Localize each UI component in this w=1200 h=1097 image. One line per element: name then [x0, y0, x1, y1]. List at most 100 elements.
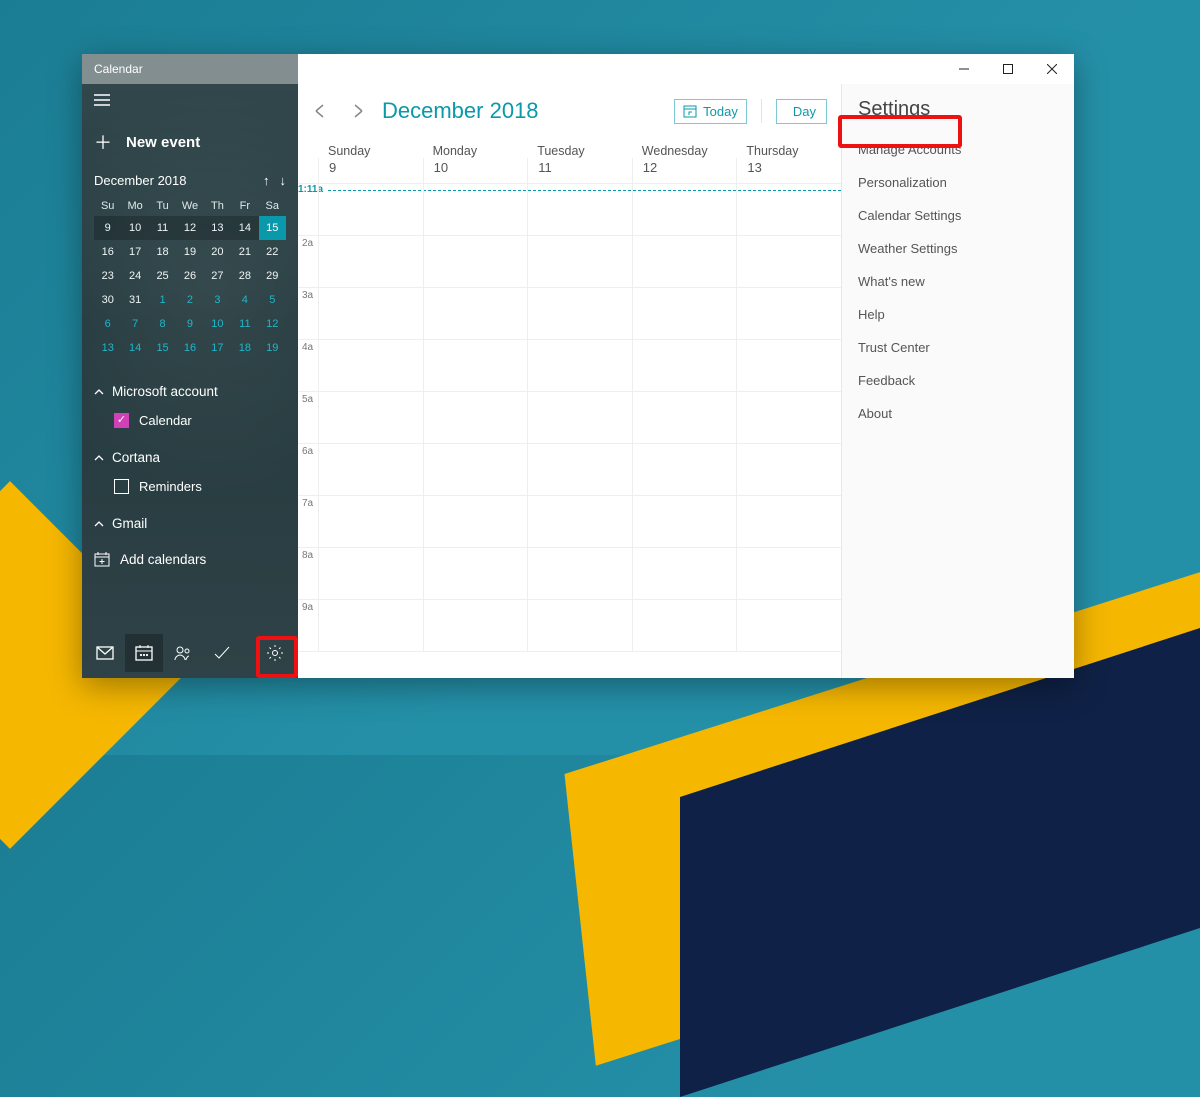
- checkbox[interactable]: [114, 413, 129, 428]
- time-cell[interactable]: [318, 288, 423, 339]
- mini-cal-day[interactable]: 8: [149, 312, 176, 336]
- time-cell[interactable]: [318, 340, 423, 391]
- time-cell[interactable]: [423, 288, 528, 339]
- mini-cal-day[interactable]: 11: [149, 216, 176, 240]
- time-cell[interactable]: [423, 444, 528, 495]
- mini-cal-day[interactable]: 20: [204, 240, 231, 264]
- mini-cal-prev[interactable]: ↑: [263, 173, 270, 188]
- mini-cal-day[interactable]: 27: [204, 264, 231, 288]
- time-cell[interactable]: [632, 340, 737, 391]
- mini-cal-next[interactable]: ↓: [280, 173, 287, 188]
- settings-item[interactable]: Manage Accounts: [858, 133, 1058, 166]
- calendar-toggle[interactable]: Reminders: [94, 473, 286, 500]
- time-cell[interactable]: [632, 236, 737, 287]
- people-icon[interactable]: [164, 634, 202, 672]
- time-cell[interactable]: [736, 444, 841, 495]
- mini-cal-day[interactable]: 9: [94, 216, 121, 240]
- mini-cal-day[interactable]: 12: [259, 312, 286, 336]
- time-cell[interactable]: [736, 236, 841, 287]
- mail-icon[interactable]: [86, 634, 124, 672]
- mini-cal-day[interactable]: 19: [259, 336, 286, 360]
- time-cell[interactable]: [736, 288, 841, 339]
- settings-item[interactable]: What's new: [858, 265, 1058, 298]
- new-event-button[interactable]: ＋ New event: [82, 119, 298, 169]
- time-cell[interactable]: [736, 548, 841, 599]
- time-cell[interactable]: [632, 444, 737, 495]
- date-cell[interactable]: 11: [527, 158, 632, 183]
- mini-cal-day[interactable]: 10: [204, 312, 231, 336]
- mini-cal-day[interactable]: 3: [204, 288, 231, 312]
- time-cell[interactable]: [423, 392, 528, 443]
- mini-cal-day[interactable]: 23: [94, 264, 121, 288]
- hamburger-button[interactable]: [82, 84, 298, 119]
- mini-cal-day[interactable]: 1: [149, 288, 176, 312]
- settings-item[interactable]: Feedback: [858, 364, 1058, 397]
- time-cell[interactable]: [736, 600, 841, 651]
- time-cell[interactable]: [632, 496, 737, 547]
- mini-cal-day[interactable]: 22: [259, 240, 286, 264]
- mini-cal-day[interactable]: 26: [176, 264, 203, 288]
- time-cell[interactable]: [318, 236, 423, 287]
- mini-cal-day[interactable]: 25: [149, 264, 176, 288]
- mini-cal-day[interactable]: 28: [231, 264, 258, 288]
- mini-cal-day[interactable]: 17: [121, 240, 148, 264]
- mini-cal-day[interactable]: 30: [94, 288, 121, 312]
- mini-cal-day[interactable]: 16: [94, 240, 121, 264]
- mini-cal-day[interactable]: 24: [121, 264, 148, 288]
- time-cell[interactable]: [527, 392, 632, 443]
- calendar-toggle[interactable]: Calendar: [94, 407, 286, 434]
- mini-cal-day[interactable]: 16: [176, 336, 203, 360]
- prev-period-button[interactable]: [306, 97, 334, 125]
- time-cell[interactable]: [527, 236, 632, 287]
- settings-item[interactable]: Calendar Settings: [858, 199, 1058, 232]
- settings-item[interactable]: Trust Center: [858, 331, 1058, 364]
- mini-cal-day[interactable]: 7: [121, 312, 148, 336]
- time-cell[interactable]: [632, 288, 737, 339]
- account-section-header[interactable]: Microsoft account: [94, 376, 286, 407]
- mini-cal-day[interactable]: 10: [121, 216, 148, 240]
- time-cell[interactable]: [318, 600, 423, 651]
- time-cell[interactable]: [527, 600, 632, 651]
- date-cell[interactable]: 13: [736, 158, 841, 183]
- minimize-button[interactable]: [942, 54, 986, 84]
- time-cell[interactable]: [632, 392, 737, 443]
- add-calendars-button[interactable]: Add calendars: [82, 541, 298, 577]
- time-cell[interactable]: [318, 548, 423, 599]
- mini-cal-day[interactable]: 2: [176, 288, 203, 312]
- mini-cal-day[interactable]: 11: [231, 312, 258, 336]
- time-cell[interactable]: [423, 496, 528, 547]
- time-cell[interactable]: [736, 392, 841, 443]
- time-cell[interactable]: [527, 548, 632, 599]
- mini-cal-day[interactable]: 5: [259, 288, 286, 312]
- mini-cal-day[interactable]: 13: [94, 336, 121, 360]
- mini-cal-day[interactable]: 9: [176, 312, 203, 336]
- mini-cal-day[interactable]: 14: [121, 336, 148, 360]
- time-cell[interactable]: [632, 600, 737, 651]
- view-selector[interactable]: Day: [776, 99, 827, 124]
- time-cell[interactable]: [423, 548, 528, 599]
- time-cell[interactable]: [527, 444, 632, 495]
- mini-cal-day[interactable]: 14: [231, 216, 258, 240]
- settings-item[interactable]: About: [858, 397, 1058, 430]
- mini-cal-day[interactable]: 18: [231, 336, 258, 360]
- account-section-header[interactable]: Gmail: [94, 508, 286, 539]
- mini-cal-day[interactable]: 19: [176, 240, 203, 264]
- time-cell[interactable]: [423, 340, 528, 391]
- calendar-icon[interactable]: [125, 634, 163, 672]
- maximize-button[interactable]: [986, 54, 1030, 84]
- time-grid[interactable]: 1:11a 2a3a4a5a6a7a8a9a: [298, 183, 841, 678]
- mini-cal-day[interactable]: 6: [94, 312, 121, 336]
- mini-cal-day[interactable]: 17: [204, 336, 231, 360]
- today-button[interactable]: Today: [674, 99, 747, 124]
- mini-cal-day[interactable]: 29: [259, 264, 286, 288]
- date-cell[interactable]: 10: [423, 158, 528, 183]
- time-cell[interactable]: [423, 236, 528, 287]
- mini-cal-day[interactable]: 15: [149, 336, 176, 360]
- time-cell[interactable]: [736, 340, 841, 391]
- date-cell[interactable]: 9: [318, 158, 423, 183]
- mini-cal-day[interactable]: 13: [204, 216, 231, 240]
- mini-cal-day[interactable]: 4: [231, 288, 258, 312]
- settings-item[interactable]: Help: [858, 298, 1058, 331]
- checkbox[interactable]: [114, 479, 129, 494]
- settings-icon[interactable]: [256, 634, 294, 672]
